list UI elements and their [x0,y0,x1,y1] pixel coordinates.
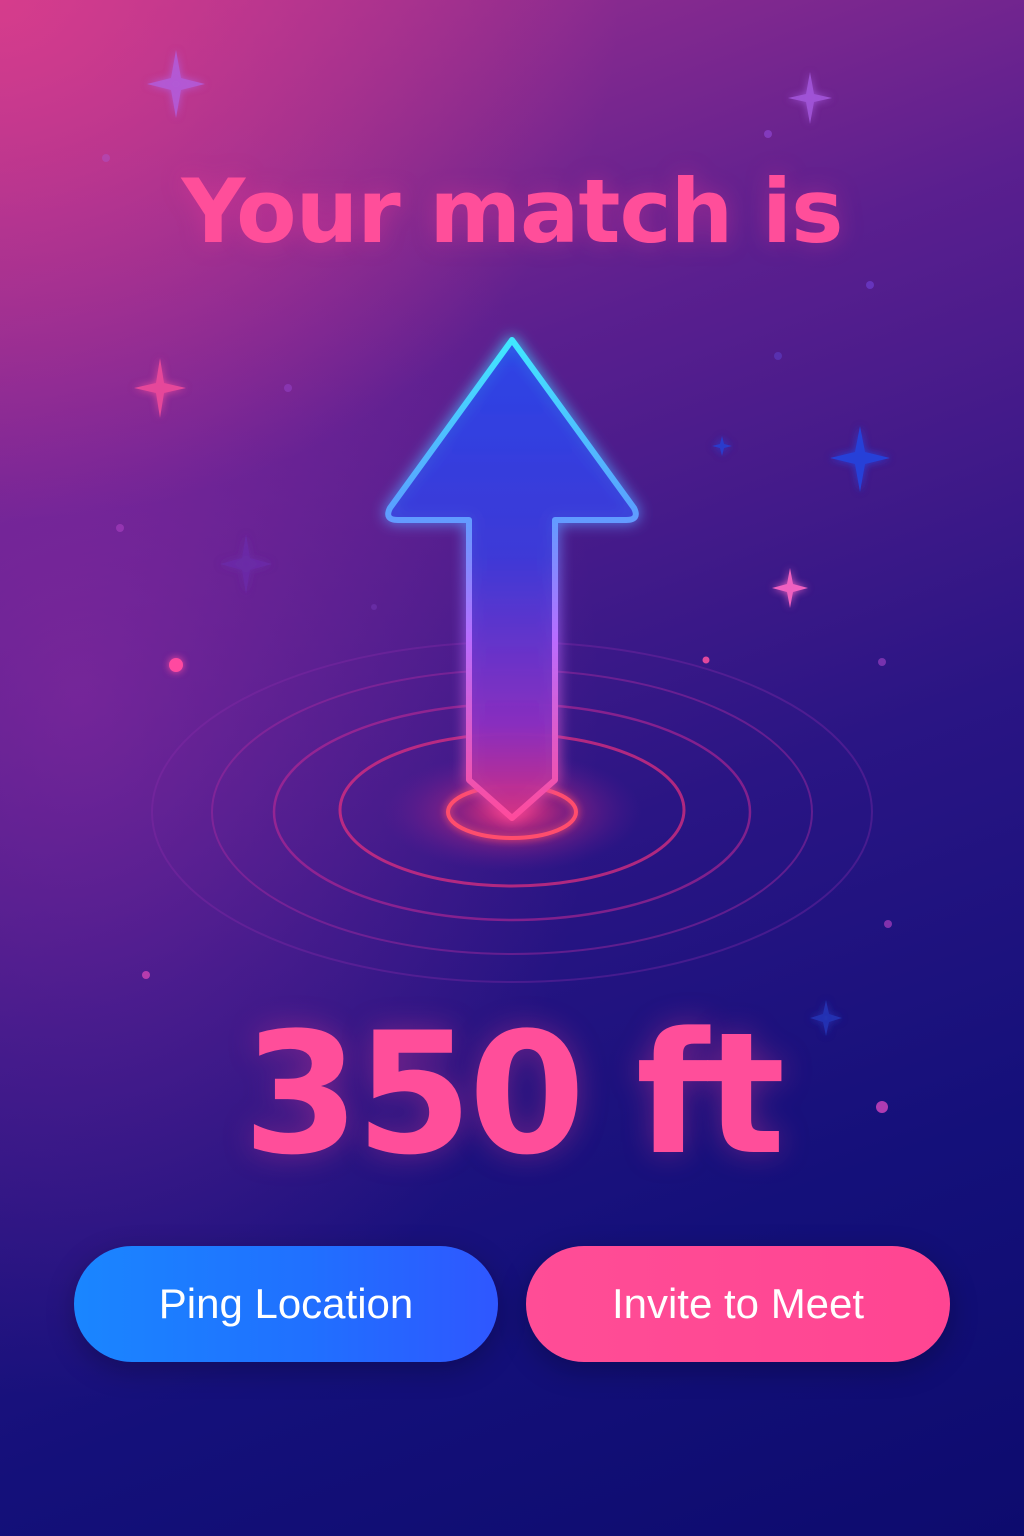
ping-location-button[interactable]: Ping Location [74,1246,498,1362]
sparkle-icon [712,436,732,456]
sparkle-icon [772,568,808,608]
direction-arrow-icon [385,337,639,821]
invite-to-meet-button[interactable]: Invite to Meet [526,1246,950,1362]
sparkle-icon [788,72,832,124]
ping-location-label: Ping Location [158,1280,414,1327]
invite-to-meet-label: Invite to Meet [611,1280,865,1327]
sparkle-icon [147,50,205,118]
sparkle-icon [134,358,186,418]
sparkle-icon [830,426,890,492]
distance-value: 350 ft [242,996,786,1192]
sparkle-icon [220,534,272,594]
headline-text: Your match is [181,160,844,263]
